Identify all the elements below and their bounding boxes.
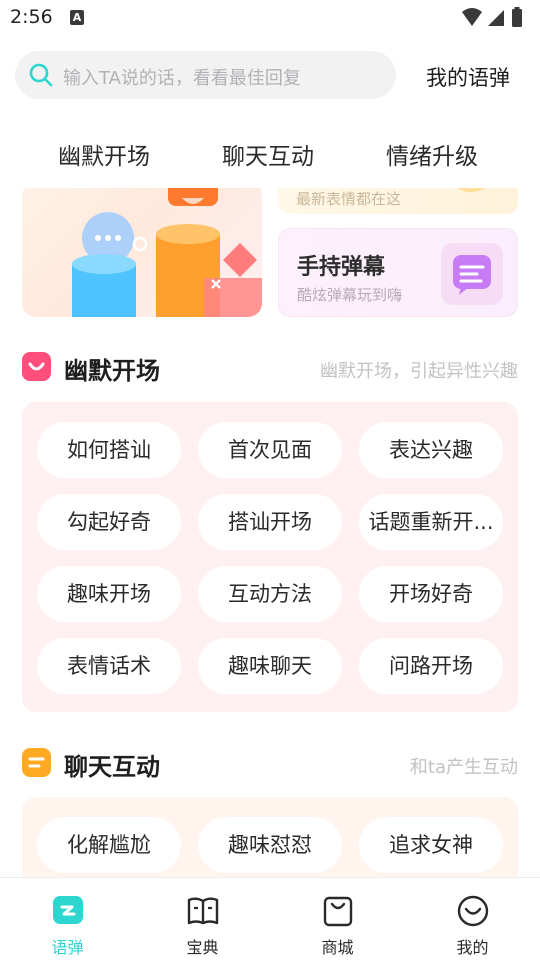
bottom-nav: 语弹 宝典 商城 我的 — [0, 877, 540, 960]
status-time: 2:56 — [10, 6, 53, 28]
feature-banner-image[interactable] — [22, 188, 262, 317]
nav-item-baodian[interactable]: 宝典 — [135, 878, 270, 960]
section-title: 聊天互动 — [64, 753, 160, 781]
section-title: 幽默开场 — [64, 357, 160, 385]
tag-chip[interactable]: 首次见面 — [198, 422, 342, 478]
section-header-chat: 聊天互动 和ta产生互动 — [22, 747, 518, 781]
section-subtitle: 幽默开场，引起异性兴趣 — [320, 361, 518, 382]
tag-chip[interactable]: 开场好奇 — [359, 566, 503, 622]
tag-chip[interactable]: 化解尴尬 — [37, 817, 181, 873]
nav-label: 我的 — [456, 938, 489, 957]
danmu-message-icon — [441, 243, 503, 305]
section-subtitle: 和ta产生互动 — [409, 757, 518, 778]
search-placeholder: 输入TA说的话，看看最佳回复 — [63, 68, 301, 89]
tag-panel-chat: 化解尴尬 趣味怼怼 追求女神 — [22, 797, 518, 887]
section-header-humor: 幽默开场 幽默开场，引起异性兴趣 — [22, 351, 518, 385]
nav-item-wode[interactable]: 我的 — [405, 878, 540, 960]
chat-bubble-icon — [51, 894, 85, 928]
sticker-banner[interactable]: 最新表情都在这 — [278, 188, 518, 214]
tag-chip[interactable]: 趣味开场 — [37, 566, 181, 622]
tag-chip[interactable]: 追求女神 — [359, 817, 503, 873]
book-icon — [186, 894, 220, 928]
tag-chip[interactable]: 趣味聊天 — [198, 638, 342, 694]
lines-badge-icon — [22, 748, 51, 777]
nav-label: 商城 — [321, 938, 354, 957]
handheld-danmu-banner[interactable]: 手持弹幕 酷炫弹幕玩到嗨 — [278, 228, 518, 317]
smiley-face-icon — [456, 894, 490, 928]
notification-a-icon: A — [70, 10, 84, 25]
tab-chat-interaction[interactable]: 聊天互动 — [222, 137, 314, 171]
shopping-bag-icon — [321, 894, 355, 928]
tag-chip[interactable]: 趣味怼怼 — [198, 817, 342, 873]
battery-icon — [512, 7, 522, 27]
nav-label: 宝典 — [186, 938, 219, 957]
handheld-danmu-title: 手持弹幕 — [297, 255, 386, 280]
tag-chip[interactable]: 问路开场 — [359, 638, 503, 694]
nav-item-yudan[interactable]: 语弹 — [0, 878, 135, 960]
search-input[interactable]: 输入TA说的话，看看最佳回复 — [15, 51, 396, 99]
search-icon — [28, 62, 54, 92]
status-icons — [460, 6, 532, 34]
status-bar: 2:56 A — [0, 0, 540, 36]
tag-chip[interactable]: 如何搭讪 — [37, 422, 181, 478]
nav-label: 语弹 — [51, 938, 84, 957]
signal-icon — [488, 10, 504, 26]
tab-humor-opening[interactable]: 幽默开场 — [58, 137, 150, 171]
tag-chip[interactable]: 表情话术 — [37, 638, 181, 694]
tab-emotion-upgrade[interactable]: 情绪升级 — [386, 137, 478, 171]
banner-area: 最新表情都在这 手持弹幕 酷炫弹幕玩到嗨 — [0, 188, 540, 318]
sticker-banner-subtitle: 最新表情都在这 — [296, 190, 402, 208]
handheld-danmu-subtitle: 酷炫弹幕玩到嗨 — [297, 286, 403, 304]
my-danmu-link[interactable]: 我的语弹 — [426, 62, 510, 92]
tag-chip[interactable]: 勾起好奇 — [37, 494, 181, 550]
nav-item-shangcheng[interactable]: 商城 — [270, 878, 405, 960]
sticker-icon — [444, 188, 498, 192]
tag-chip[interactable]: 搭讪开场 — [198, 494, 342, 550]
smile-badge-icon — [22, 352, 51, 381]
tag-chip[interactable]: 表达兴趣 — [359, 422, 503, 478]
tag-panel-humor: 如何搭讪 首次见面 表达兴趣 勾起好奇 搭讪开场 话题重新开... 趣味开场 互… — [22, 402, 518, 712]
tag-chip[interactable]: 互动方法 — [198, 566, 342, 622]
tag-chip[interactable]: 话题重新开... — [359, 494, 503, 550]
wifi-icon — [462, 8, 482, 26]
